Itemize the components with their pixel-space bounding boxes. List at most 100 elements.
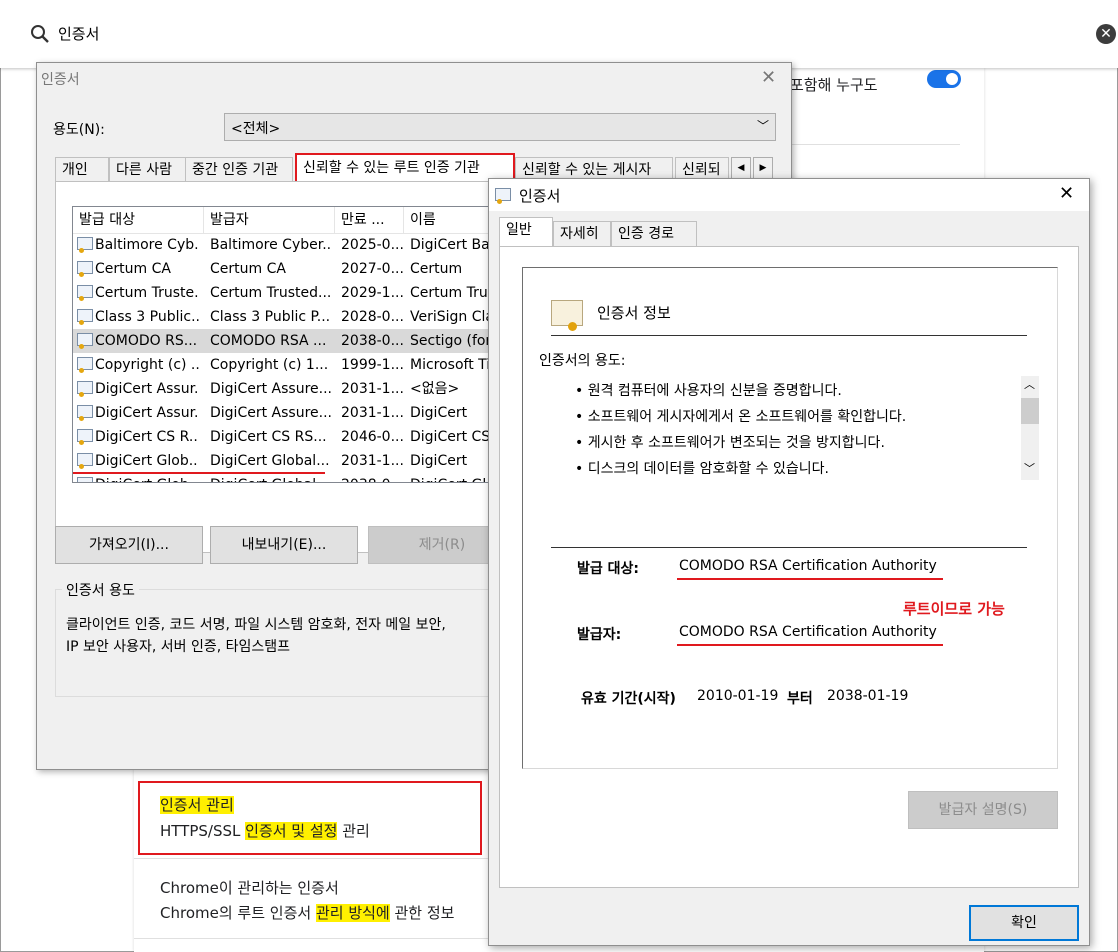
table-row[interactable]: DigiCert Glob... DigiCert Global... 2031-1… xyxy=(73,449,513,473)
cell-text: DigiCert Assure... xyxy=(210,381,332,397)
table-row[interactable]: Class 3 Public... Class 3 Public P... 2028… xyxy=(73,305,513,329)
chevron-down-icon[interactable]: ﹀ xyxy=(1024,460,1035,476)
table-cell: 2031-1... xyxy=(341,401,403,425)
table-cell: DigiCert Glob... xyxy=(77,449,199,473)
table-row[interactable]: Certum CA Certum CA 2027-0... Certum xyxy=(73,257,513,281)
certificate-icon xyxy=(77,453,93,469)
table-cell: Baltimore Cyber... xyxy=(210,233,332,257)
table-row[interactable]: DigiCert CS R... DigiCert CS RS... 2046-0.… xyxy=(73,425,513,449)
cell-text: DigiCert xyxy=(410,453,468,469)
issued-to-value: COMODO RSA Certification Authority xyxy=(679,558,937,574)
chevron-down-icon: ﹀ xyxy=(756,119,769,133)
cell-text: Certum Truste... xyxy=(95,285,199,301)
underline-annotation xyxy=(73,472,325,474)
scrollbar-thumb[interactable] xyxy=(1021,398,1039,424)
table-cell: Copyright (c) 1... xyxy=(210,353,332,377)
table-cell: Class 3 Public... xyxy=(77,305,199,329)
tab-personal[interactable]: 개인 xyxy=(55,157,109,182)
divider xyxy=(134,858,494,859)
cell-text: DigiCert Assure... xyxy=(210,405,332,421)
desc-text: Chrome의 루트 인증서 xyxy=(160,904,316,922)
cell-text: Certum CA xyxy=(210,261,286,277)
certificate-icon xyxy=(77,357,93,373)
purpose-item: • 소프트웨어 게시자에게서 온 소프트웨어를 확인합니다. xyxy=(575,409,907,425)
group-title: 인증서 용도 xyxy=(62,580,139,600)
tab-scroll-left-icon[interactable]: ◀ xyxy=(731,157,751,179)
ok-button[interactable]: 확인 xyxy=(969,905,1079,941)
valid-to-value: 2038-01-19 xyxy=(827,688,909,704)
table-row[interactable]: COMODO RS... COMODO RSA ... 2038-0... Secti… xyxy=(73,329,513,353)
tab-scroll-right-icon[interactable]: ▶ xyxy=(753,157,773,179)
issuer-statement-button[interactable]: 발급자 설명(S) xyxy=(908,791,1058,829)
purpose-select-value: <전체> xyxy=(231,121,281,137)
tab-intermediate-ca[interactable]: 중간 인증 기관 xyxy=(185,157,293,182)
search-input[interactable]: 인증서 xyxy=(58,23,99,44)
tab-general[interactable]: 일반 xyxy=(499,217,553,247)
cell-text: Certum xyxy=(410,261,463,277)
table-cell: DigiCert Glob... xyxy=(77,473,199,482)
tab-other-people[interactable]: 다른 사람 xyxy=(109,157,187,182)
cell-text: 2028-0... xyxy=(341,309,403,325)
issued-by-value: COMODO RSA Certification Authority xyxy=(679,624,937,640)
clear-search-icon[interactable]: ✕ xyxy=(1096,24,1116,44)
table-row[interactable]: DigiCert Glob... DigiCert Global... 2038-0… xyxy=(73,473,513,482)
table-cell: DigiCert Global... xyxy=(210,473,332,482)
cell-text: DigiCert Global... xyxy=(210,477,330,482)
cell-text: Sectigo (for xyxy=(410,333,492,349)
certificate-list[interactable]: 발급 대상 발급자 만료 ... 이름 Baltimore Cyb... Balt… xyxy=(72,206,514,483)
settings-toggle[interactable] xyxy=(927,70,961,88)
chevron-up-icon[interactable]: ︿ xyxy=(1024,376,1035,392)
column-header-issued-by[interactable]: 발급자 xyxy=(204,207,335,233)
table-cell: 2031-1... xyxy=(341,377,403,401)
table-row[interactable]: DigiCert Assur... DigiCert Assure... 2031-… xyxy=(73,401,513,425)
purposes-line: IP 보안 사용자, 서버 인증, 타임스탬프 xyxy=(66,639,291,655)
table-cell: DigiCert Assur... xyxy=(77,401,199,425)
table-cell: 2025-0... xyxy=(341,233,403,257)
cell-text: DigiCert Bal xyxy=(410,237,494,253)
table-row[interactable]: Baltimore Cyb... Baltimore Cyber... 2025-0… xyxy=(73,233,513,257)
cell-text: Copyright (c) ... xyxy=(95,357,199,373)
cell-text: DigiCert Glob... xyxy=(95,477,199,482)
cell-text: 2031-1... xyxy=(341,453,403,469)
tab-certification-path[interactable]: 인증 경로 xyxy=(611,221,697,246)
validity-label: 유효 기간(시작) xyxy=(581,691,676,707)
purposes-list: • 원격 컴퓨터에 사용자의 신분을 증명합니다. • 소프트웨어 게시자에게서… xyxy=(575,378,906,482)
tab-details[interactable]: 자세히 xyxy=(553,221,611,246)
table-row[interactable]: DigiCert Assur... DigiCert Assure... 2031-… xyxy=(73,377,513,401)
list-header: 발급 대상 발급자 만료 ... 이름 xyxy=(73,207,513,234)
table-cell: Certum CA xyxy=(210,257,332,281)
purpose-select[interactable]: <전체> ﹀ xyxy=(224,113,776,141)
certificate-icon xyxy=(495,188,513,204)
table-cell: Baltimore Cyb... xyxy=(77,233,199,257)
table-row[interactable]: Copyright (c) ... Copyright (c) 1... 1999-… xyxy=(73,353,513,377)
certificate-icon xyxy=(77,405,93,421)
column-header-expiration[interactable]: 만료 ... xyxy=(335,207,404,233)
cell-text: Microsoft Ti xyxy=(410,357,491,373)
import-button[interactable]: 가져오기(I)... xyxy=(55,526,203,564)
group-text: 클라이언트 인증, 코드 서명, 파일 시스템 암호화, 전자 메일 보안, I… xyxy=(66,614,446,658)
export-button[interactable]: 내보내기(E)... xyxy=(210,526,358,564)
purpose-item: • 디스크의 데이터를 암호화할 수 있습니다. xyxy=(575,461,829,477)
table-cell: 2028-0... xyxy=(341,305,403,329)
close-icon[interactable]: ✕ xyxy=(1059,183,1074,204)
purposes-scrollbar[interactable]: ︿ ﹀ xyxy=(1021,376,1039,480)
table-row[interactable]: Certum Truste... Certum Trusted... 2029-1.… xyxy=(73,281,513,305)
divider xyxy=(134,938,494,939)
cell-text: DigiCert Assur... xyxy=(95,405,199,421)
cell-text: Baltimore Cyber... xyxy=(210,237,332,253)
cell-text: DigiCert CS R... xyxy=(95,429,199,445)
close-icon[interactable]: ✕ xyxy=(761,67,776,88)
divider xyxy=(551,335,1027,336)
cell-text: COMODO RSA ... xyxy=(210,333,327,349)
cell-text: Certum Trusted... xyxy=(210,285,332,301)
cell-text: DigiCert Assur... xyxy=(95,381,199,397)
table-cell: Class 3 Public P... xyxy=(210,305,332,329)
column-header-issued-to[interactable]: 발급 대상 xyxy=(73,207,204,233)
table-cell: 2038-0... xyxy=(341,329,403,353)
certificate-icon xyxy=(77,477,93,482)
annotation-text: 루트이므로 가능 xyxy=(903,600,1005,618)
divider xyxy=(551,547,1027,548)
underline-annotation xyxy=(677,578,943,580)
certificate-icon xyxy=(77,381,93,397)
chrome-managed-certs-title[interactable]: Chrome이 관리하는 인증서 xyxy=(160,877,339,898)
